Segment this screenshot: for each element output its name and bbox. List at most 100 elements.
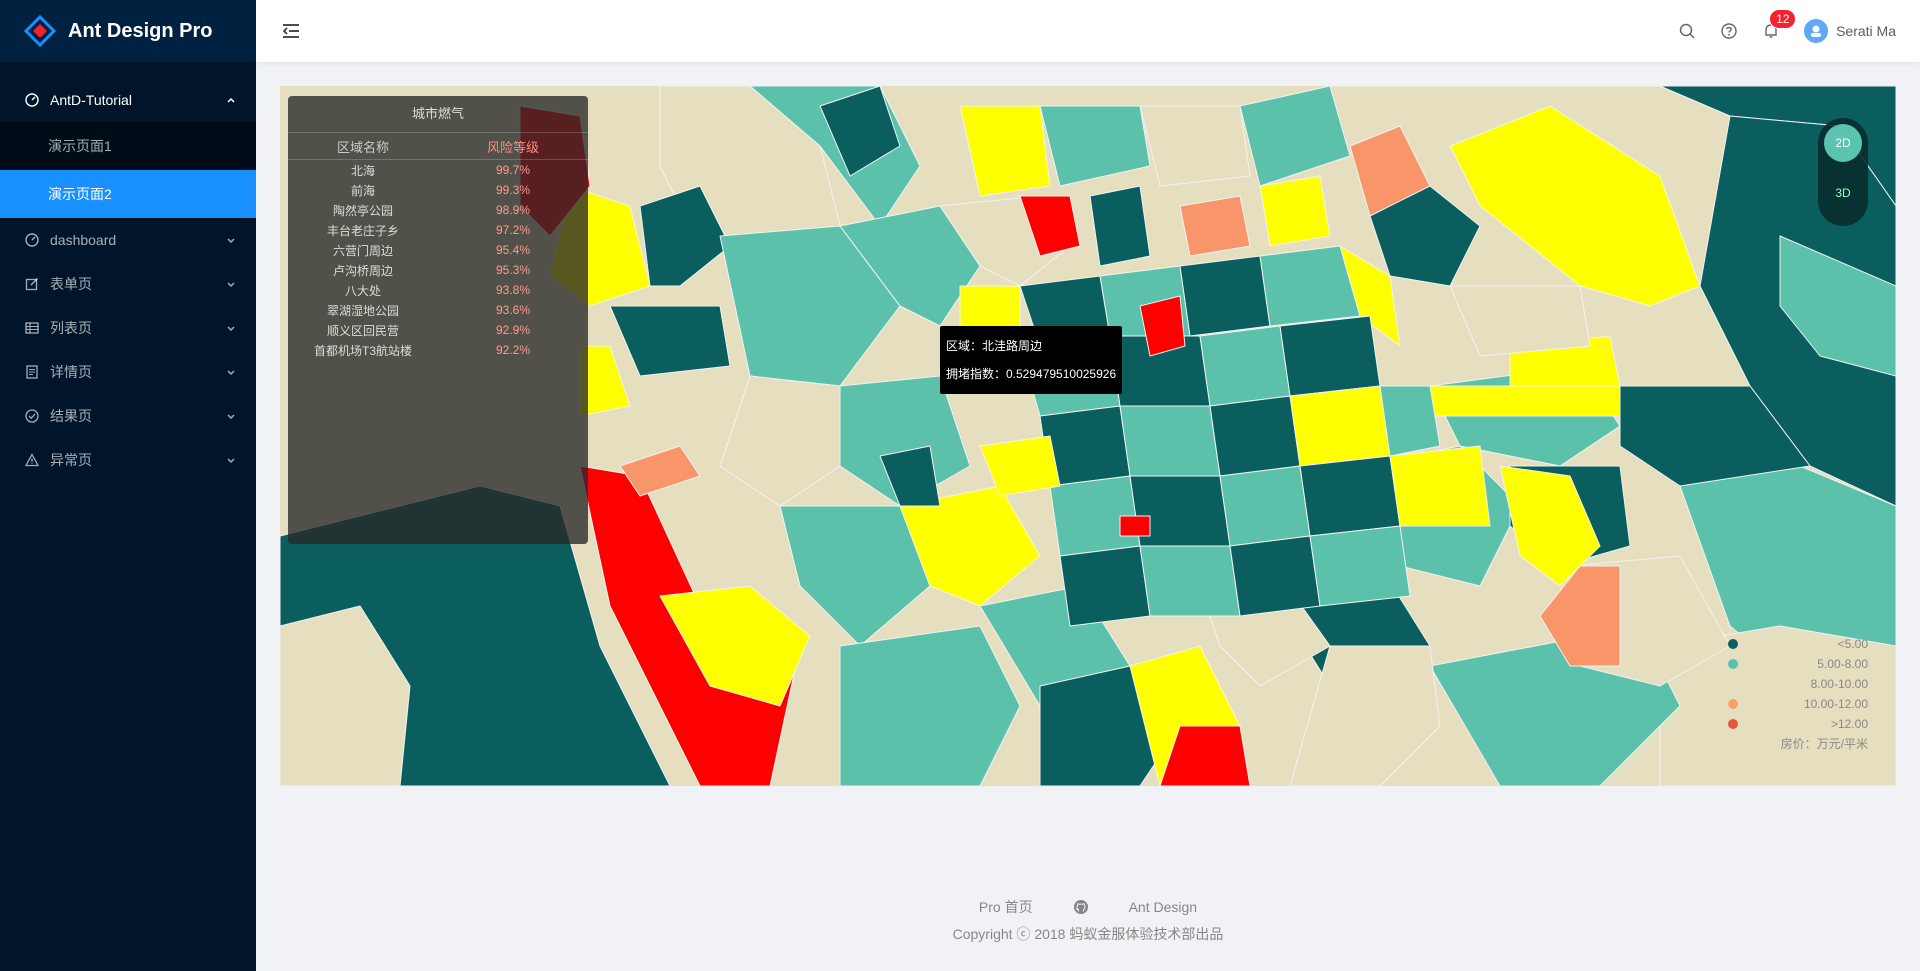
footer-link-pro-home[interactable]: Pro 首页 (979, 897, 1033, 917)
mode-3d-button[interactable]: 3D (1824, 174, 1862, 212)
chevron-down-icon (227, 370, 235, 376)
logo[interactable]: Ant Design Pro (0, 0, 256, 62)
sidebar-item-list[interactable]: 列表页 (0, 306, 256, 350)
legend-label: 8.00-10.00 (1810, 677, 1868, 691)
city-map[interactable]: 城市燃气 区域名称 风险等级 北海 99.7% 前海 99.3% 陶然亭公园 98.9… (280, 86, 1896, 786)
legend-item[interactable]: 8.00-10.00 (1728, 674, 1868, 694)
warning-icon (24, 452, 40, 468)
sidebar-item-profile[interactable]: 详情页 (0, 350, 256, 394)
copyright: Copyright ⓒ 2018 蚂蚁金服体验技术部出品 (952, 926, 1224, 942)
question-circle-icon[interactable] (1720, 22, 1738, 40)
column-header-region: 区域名称 (336, 139, 389, 155)
notification-bell[interactable]: 12 (1762, 10, 1796, 40)
sidebar-menu: AntD-Tutorial 演示页面1 演示页面2 dashboard 表单页 (0, 62, 256, 482)
ranking-row: 北海 99.7% (288, 160, 588, 180)
map-region (1259, 175, 1331, 247)
ranking-row: 前海 99.3% (288, 180, 588, 200)
search-icon[interactable] (1678, 22, 1696, 40)
ranking-row: 陶然亭公园 98.9% (288, 200, 588, 220)
row-region-name: 丰台老庄子乡 (326, 223, 399, 238)
ranking-row: 顺义区回民营 92.9% (288, 320, 588, 340)
ranking-row: 六营门周边 95.4% (288, 240, 588, 260)
legend-label: >12.00 (1830, 717, 1868, 731)
legend-dot (1728, 719, 1738, 729)
app-title: Ant Design Pro (68, 19, 213, 42)
chevron-up-icon (227, 97, 235, 103)
avatar[interactable] (1804, 19, 1829, 43)
map-region (1119, 405, 1221, 477)
header: 12 Serati Ma (256, 0, 1920, 62)
map-region (1219, 465, 1311, 547)
row-risk-value: 92.9% (495, 323, 531, 337)
username[interactable]: Serati Ma (1836, 23, 1896, 39)
sidebar-item-antd-tutorial[interactable]: AntD-Tutorial (0, 78, 256, 122)
map-region (1309, 525, 1411, 607)
map-legend: <5.00 5.00-8.00 8.00-10.00 10.00-12.00 >… (1728, 634, 1868, 754)
map-region (1179, 255, 1271, 337)
sidebar-item-label: 详情页 (50, 364, 92, 380)
legend-label: 5.00-8.00 (1817, 657, 1868, 671)
header-actions: 12 Serati Ma (1666, 10, 1920, 43)
legend-item[interactable]: >12.00 (1728, 714, 1868, 734)
map-region (1139, 105, 1251, 187)
row-risk-value: 92.2% (495, 343, 531, 357)
legend-item[interactable]: <5.00 (1728, 634, 1868, 654)
chevron-down-icon (227, 282, 235, 288)
dashboard-icon (24, 92, 40, 108)
map-region (1179, 195, 1251, 257)
sidebar-item-exception[interactable]: 异常页 (0, 438, 256, 482)
row-risk-value: 97.2% (495, 223, 531, 237)
notification-count-badge: 12 (1770, 10, 1796, 28)
map-region (1279, 315, 1381, 397)
footer-link-ant-design[interactable]: Ant Design (1129, 899, 1197, 915)
tooltip-region: 区域：北洼路周边 (946, 339, 1043, 353)
sidebar-subitem-demo-page-2[interactable]: 演示页面2 (0, 170, 256, 218)
legend-dot (1728, 699, 1738, 709)
legend-dot (1728, 679, 1738, 689)
profile-icon (24, 364, 40, 380)
ranking-row: 卢沟桥周边 95.3% (288, 260, 588, 280)
sidebar-item-result[interactable]: 结果页 (0, 394, 256, 438)
ranking-row: 八大处 93.8% (288, 280, 588, 300)
ranking-row: 丰台老庄子乡 97.2% (288, 220, 588, 240)
row-risk-value: 93.6% (495, 303, 531, 317)
sidebar-item-label: 列表页 (50, 320, 92, 336)
ranking-row: 翠湖湿地公园 93.6% (288, 300, 588, 320)
map-region (1089, 185, 1151, 267)
github-icon[interactable] (1073, 899, 1089, 915)
risk-ranking-panel: 城市燃气 区域名称 风险等级 北海 99.7% 前海 99.3% 陶然亭公园 98.9… (288, 96, 588, 544)
chevron-down-icon (227, 458, 235, 464)
table-icon (24, 320, 40, 336)
sidebar: Ant Design Pro AntD-Tutorial 演示页面1 演示页面2… (0, 0, 256, 971)
map-region (1199, 325, 1291, 407)
sidebar-subitem-demo-page-1[interactable]: 演示页面1 (0, 122, 256, 170)
legend-item[interactable]: 10.00-12.00 (1728, 694, 1868, 714)
ranking-header: 区域名称 风险等级 (288, 132, 588, 160)
view-mode-toggle: 2D 3D (1818, 118, 1868, 226)
map-tooltip: 区域：北洼路周边 拥堵指数：0.529479510025926 (940, 326, 1123, 394)
row-region-name: 顺义区回民营 (326, 323, 399, 338)
sidebar-item-form[interactable]: 表单页 (0, 262, 256, 306)
row-risk-value: 95.4% (495, 243, 531, 257)
row-risk-value: 99.3% (495, 183, 531, 197)
menu-fold-icon[interactable] (280, 20, 302, 42)
row-region-name: 首都机场T3航站楼 (313, 343, 412, 358)
legend-item[interactable]: 5.00-8.00 (1728, 654, 1868, 674)
check-circle-icon (24, 408, 40, 424)
sidebar-item-label: AntD-Tutorial (50, 92, 132, 108)
chevron-down-icon (227, 414, 235, 420)
row-region-name: 翠湖湿地公园 (326, 303, 399, 318)
sidebar-item-label: 结果页 (50, 408, 92, 424)
map-region (1119, 515, 1151, 537)
footer-links: Pro 首页 Ant Design (256, 896, 1920, 918)
sidebar-item-dashboard[interactable]: dashboard (0, 218, 256, 262)
mode-2d-button[interactable]: 2D (1824, 124, 1862, 162)
map-region (1389, 445, 1491, 527)
chevron-down-icon (227, 238, 235, 244)
row-region-name: 前海 (350, 183, 375, 198)
legend-dot (1728, 659, 1738, 669)
legend-label: <5.00 (1837, 637, 1868, 651)
dashboard-icon (24, 232, 40, 248)
row-risk-value: 98.9% (495, 203, 531, 217)
map-region (1139, 545, 1241, 617)
